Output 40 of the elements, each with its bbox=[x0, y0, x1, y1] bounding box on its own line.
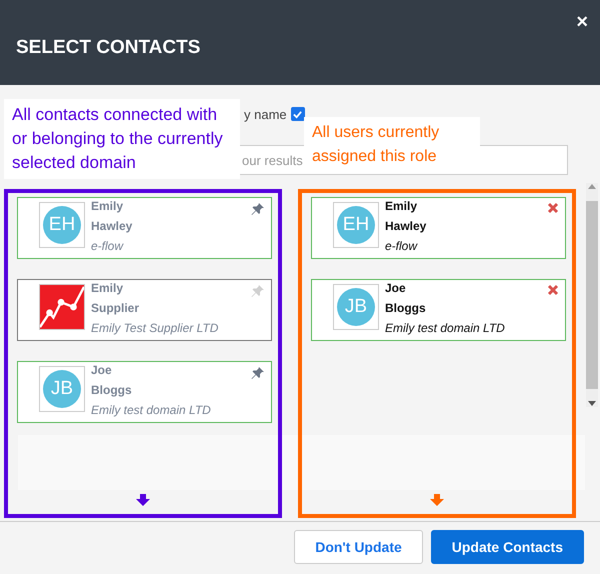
last-name: Bloggs bbox=[91, 382, 133, 399]
contact-card[interactable]: Emily Supplier Emily Test Supplier LTD bbox=[17, 279, 272, 341]
avatar-initials: EH bbox=[43, 206, 81, 244]
first-name: Emily bbox=[385, 198, 418, 215]
pin-icon[interactable] bbox=[251, 202, 265, 216]
last-name: Bloggs bbox=[385, 300, 427, 317]
close-button[interactable]: × bbox=[576, 12, 588, 32]
last-name: Supplier bbox=[91, 300, 140, 317]
first-name: Emily bbox=[91, 198, 124, 215]
update-button[interactable]: Update Contacts bbox=[430, 530, 584, 564]
scroll-up-icon[interactable] bbox=[588, 183, 596, 189]
last-name: Hawley bbox=[385, 218, 426, 235]
filter-checkbox[interactable] bbox=[290, 107, 305, 121]
company-name: Emily Test Supplier LTD bbox=[91, 320, 218, 337]
avatar-initials: JB bbox=[337, 288, 375, 326]
pin-icon[interactable] bbox=[251, 366, 265, 380]
first-name: Joe bbox=[385, 280, 407, 297]
avatar-initials: JB bbox=[43, 370, 81, 408]
scrollbar[interactable] bbox=[586, 183, 598, 407]
avatar-initials: EH bbox=[337, 206, 375, 244]
first-name: Joe bbox=[91, 362, 113, 379]
remove-icon[interactable] bbox=[547, 284, 559, 296]
company-name: e-flow bbox=[385, 238, 418, 255]
contact-card[interactable]: JB Joe Bloggs Emily test domain LTD bbox=[311, 279, 566, 341]
remove-icon[interactable] bbox=[547, 202, 559, 214]
down-arrow-icon bbox=[430, 494, 444, 506]
filter-label: y name bbox=[244, 106, 287, 122]
contact-card[interactable]: EH Emily Hawley e-flow bbox=[17, 197, 272, 259]
cancel-button[interactable]: Don't Update bbox=[294, 530, 423, 564]
dialog-title: SELECT CONTACTS bbox=[16, 36, 200, 58]
company-name: e-flow bbox=[91, 238, 124, 255]
contact-card[interactable]: EH Emily Hawley e-flow bbox=[311, 197, 566, 259]
down-arrow-icon bbox=[136, 494, 150, 506]
contact-card[interactable]: JB Joe Bloggs Emily test domain LTD bbox=[17, 361, 272, 423]
last-name: Hawley bbox=[91, 218, 132, 235]
first-name: Emily bbox=[91, 280, 124, 297]
scroll-down-icon[interactable] bbox=[588, 401, 596, 407]
company-name: Emily test domain LTD bbox=[91, 402, 211, 419]
annotation-tooltip: All contacts connected with or belonging to the currently selected domain bbox=[4, 99, 240, 179]
company-name: Emily test domain LTD bbox=[385, 320, 505, 337]
